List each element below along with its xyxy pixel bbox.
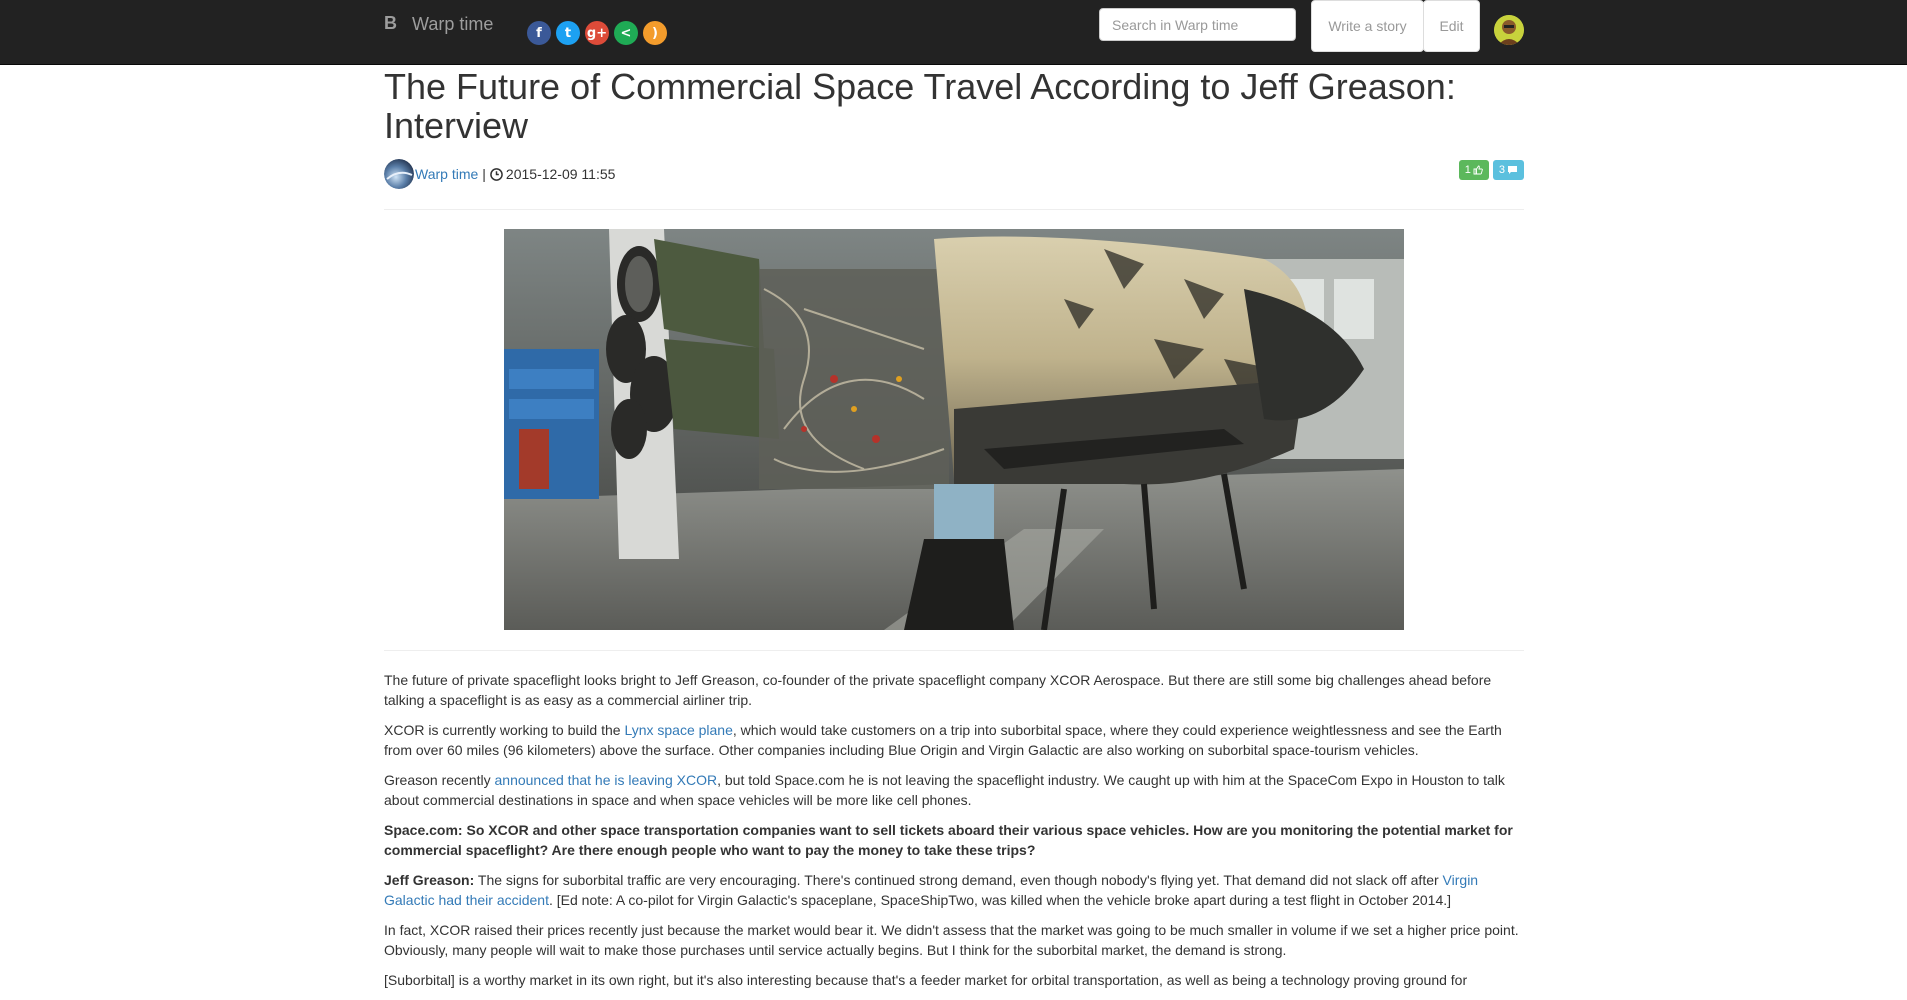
top-navbar: B Warp time ftg+<) Write a story Edit (0, 0, 1907, 65)
article-paragraph: The future of private spaceflight looks … (384, 670, 1524, 710)
user-avatar[interactable] (1494, 15, 1524, 45)
likes-count: 1 (1464, 164, 1471, 176)
article-body: The future of private spaceflight looks … (384, 670, 1524, 1000)
article-paragraph: Jeff Greason: The signs for suborbital t… (384, 870, 1524, 910)
clock-icon (490, 167, 503, 181)
social-share-bar: f t g+ <) (527, 21, 667, 45)
share-share-icon[interactable]: < (614, 21, 638, 45)
article-title: The Future of Commercial Space Travel Ac… (384, 66, 1456, 146)
article-meta: Warp time | 2015-12-09 11:55 (384, 159, 615, 189)
paragraph-text: [Suborbital] is a worthy market in its o… (384, 972, 1468, 988)
twitter-share-icon[interactable]: t (556, 21, 580, 45)
likes-badge[interactable]: 1 (1458, 160, 1489, 180)
inline-link[interactable]: announced that he is leaving XCOR (495, 772, 718, 788)
rss-share-icon[interactable]: ) (643, 21, 667, 45)
inline-link[interactable]: Lynx space plane (624, 722, 732, 738)
author-avatar-icon (384, 159, 414, 189)
article-hero-image (504, 229, 1404, 630)
paragraph-text: In fact, XCOR raised their prices recent… (384, 922, 1519, 958)
thumbs-up-icon (1473, 165, 1483, 175)
article-stats: 1 3 (1458, 160, 1524, 180)
brand-name[interactable]: Warp time (412, 14, 493, 35)
brand-logo[interactable]: B (384, 13, 397, 34)
divider-top (384, 209, 1524, 210)
divider-bottom (384, 650, 1524, 651)
spacecraft-photo (504, 229, 1404, 630)
bold-text: Space.com: So XCOR and other space trans… (384, 822, 1513, 858)
edit-button[interactable]: Edit (1423, 0, 1480, 52)
search-input[interactable] (1099, 8, 1296, 41)
paragraph-text: . [Ed note: A co-pilot for Virgin Galact… (548, 892, 1452, 908)
meta-separator: | (482, 166, 486, 182)
comment-icon (1507, 165, 1518, 175)
article-paragraph: Space.com: So XCOR and other space trans… (384, 820, 1524, 860)
paragraph-text: The future of private spaceflight looks … (384, 672, 1492, 708)
google-plus-share-icon[interactable]: g+ (585, 21, 609, 45)
comments-count: 3 (1498, 164, 1505, 176)
author-link[interactable]: Warp time (415, 166, 478, 182)
article-paragraph: Greason recently announced that he is le… (384, 770, 1524, 810)
write-story-button[interactable]: Write a story (1311, 0, 1424, 52)
article-paragraph: In fact, XCOR raised their prices recent… (384, 920, 1524, 960)
paragraph-text: XCOR is currently working to build the (384, 722, 625, 738)
author-avatar[interactable] (384, 159, 414, 189)
user-avatar-icon (1494, 15, 1524, 45)
publish-timestamp: 2015-12-09 11:55 (505, 166, 616, 182)
bold-text: Jeff Greason: (384, 872, 475, 888)
article-paragraph: [Suborbital] is a worthy market in its o… (384, 970, 1524, 990)
facebook-share-icon[interactable]: f (527, 21, 551, 45)
comments-badge[interactable]: 3 (1492, 160, 1524, 180)
article-paragraph: XCOR is currently working to build the L… (384, 720, 1524, 760)
paragraph-text: Greason recently (384, 772, 495, 788)
paragraph-text: The signs for suborbital traffic are ver… (474, 872, 1443, 888)
